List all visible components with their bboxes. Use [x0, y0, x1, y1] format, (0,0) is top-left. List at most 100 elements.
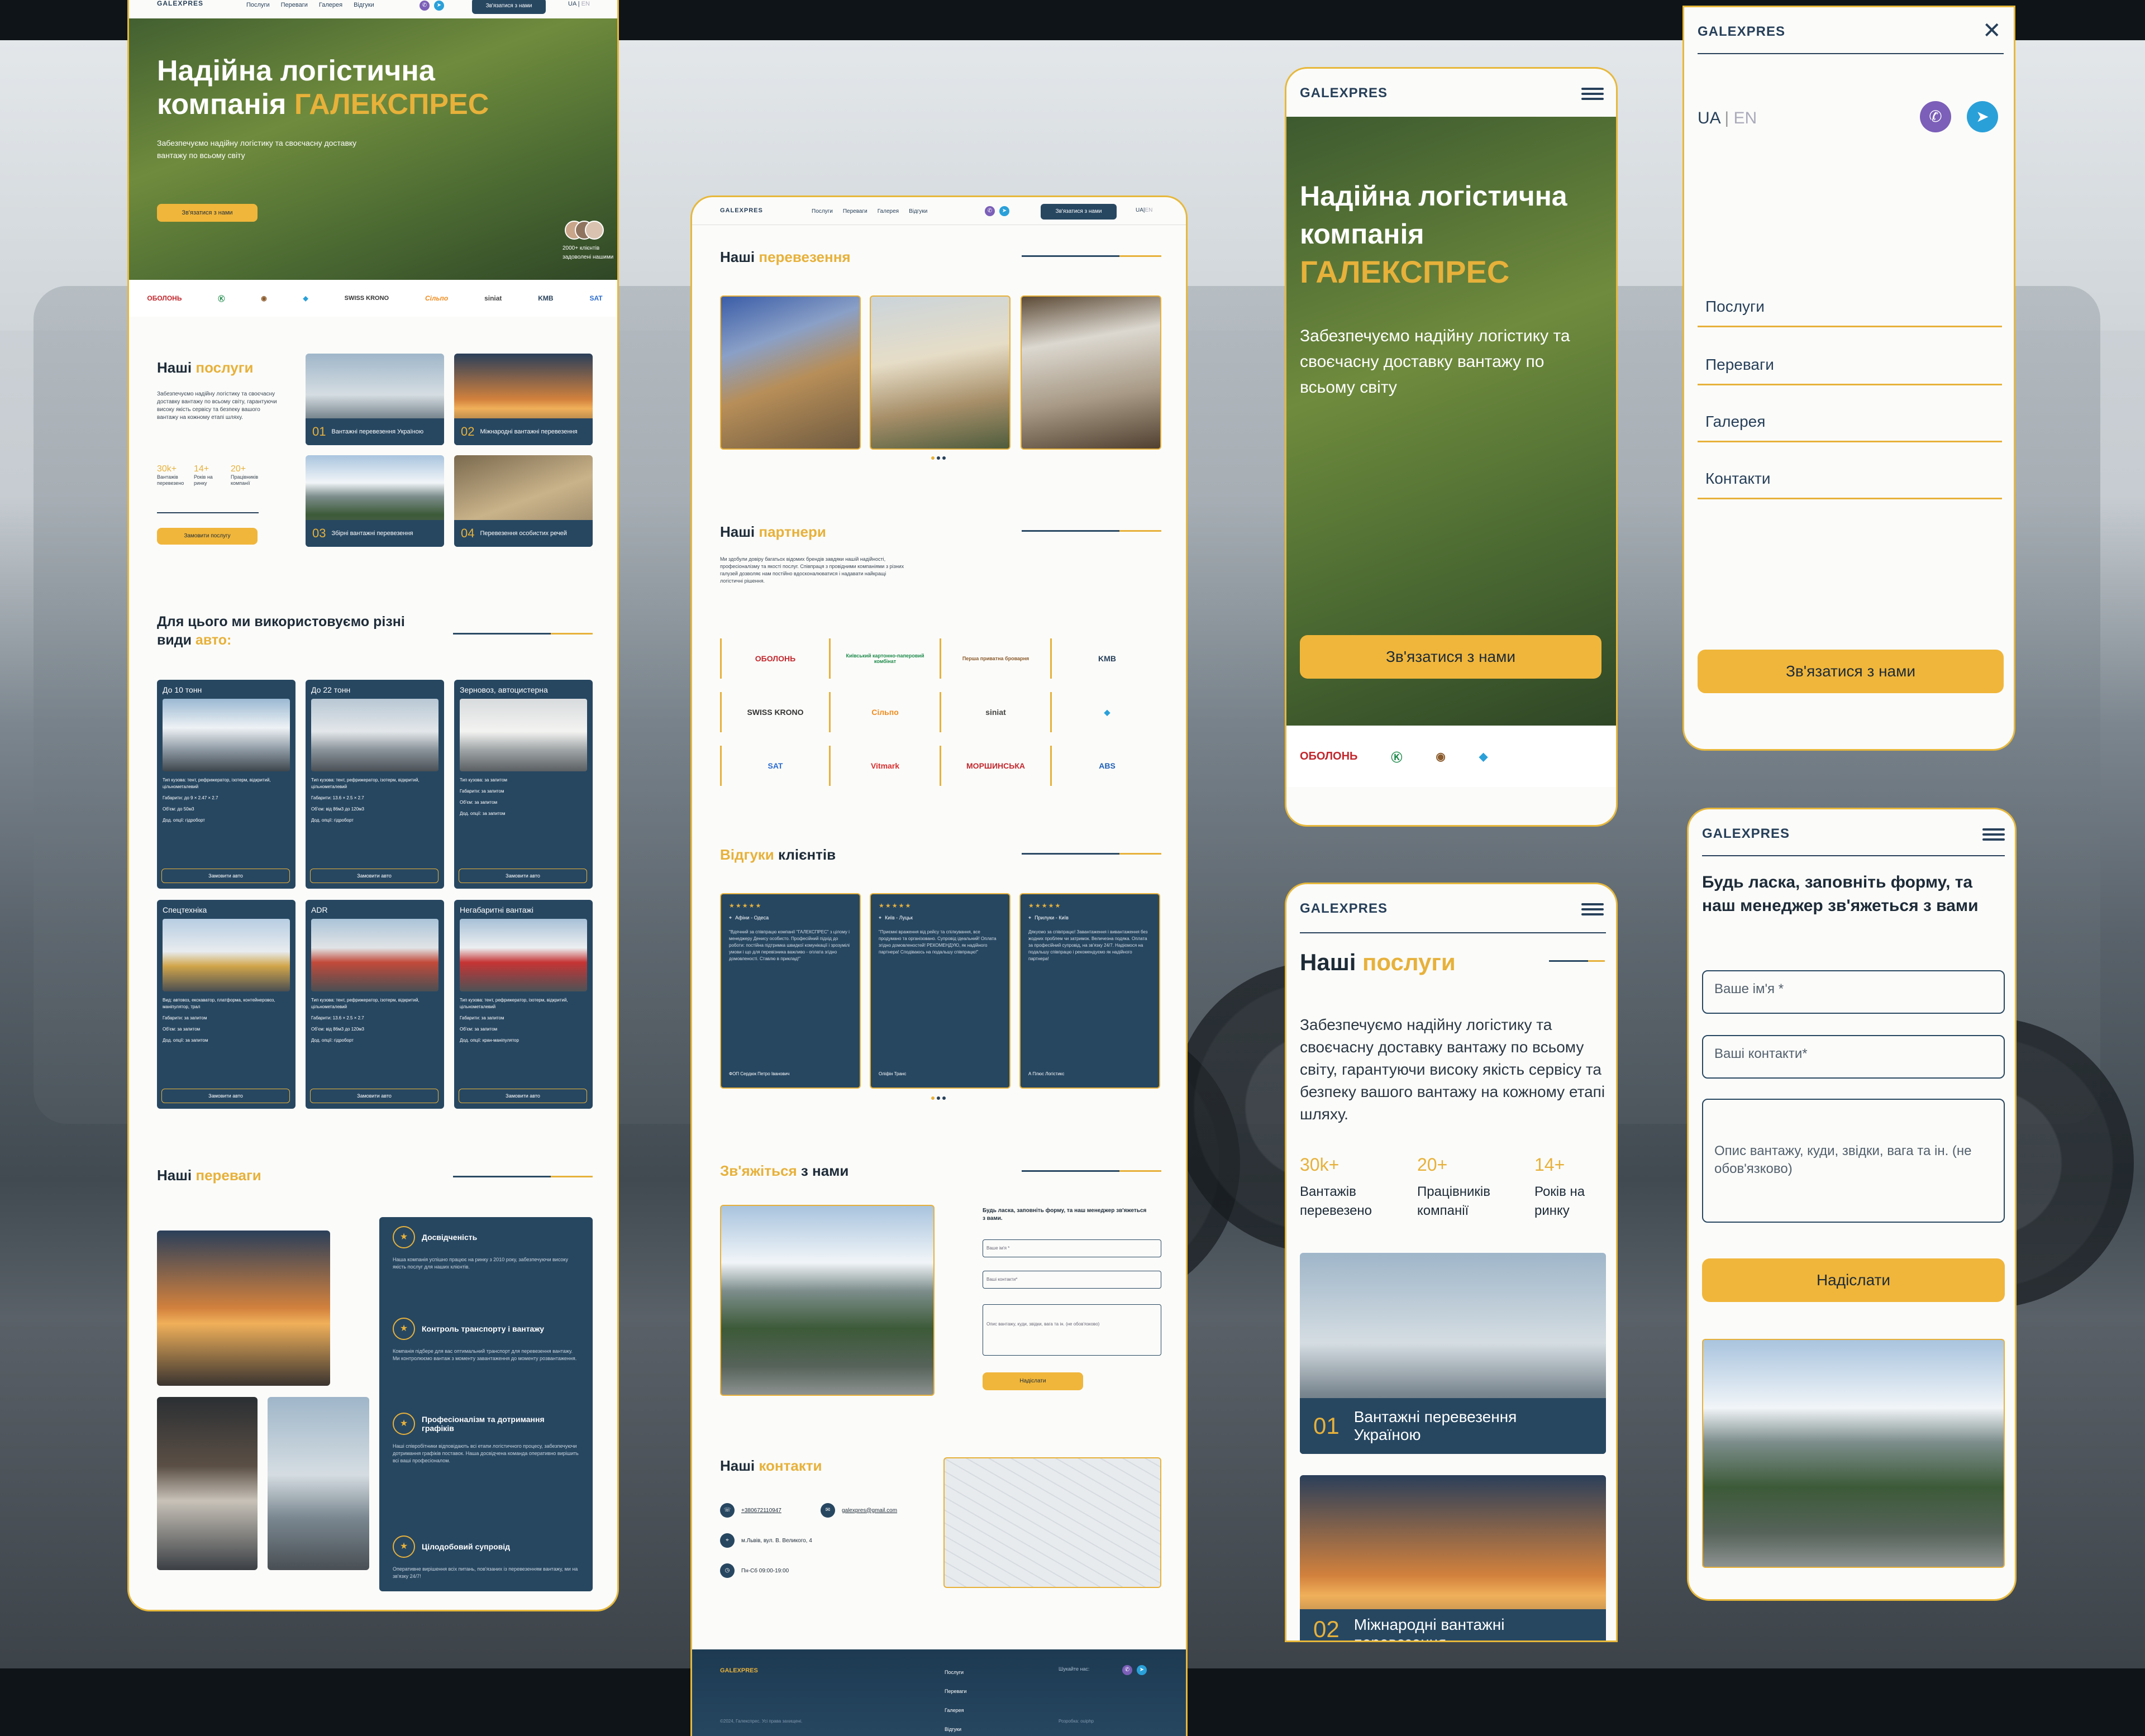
- fleet-spec: Габарити: до 9 × 2.47 × 2.7: [163, 795, 218, 800]
- mobile-service-card-1[interactable]: 01 Вантажні перевезення Україною: [1300, 1253, 1606, 1454]
- service-number: 04: [461, 526, 475, 540]
- menu-contact-button[interactable]: Зв'язатися з нами: [1698, 650, 2004, 693]
- footer-brand[interactable]: GALEXPRES: [720, 1667, 758, 1674]
- nav-gallery[interactable]: Галерея: [878, 208, 899, 214]
- brand-logo[interactable]: GALEXPRES: [1702, 826, 1790, 842]
- hero-contact-button[interactable]: Зв'язатися з нами: [157, 204, 258, 222]
- brand-logo[interactable]: GALEXPRES: [1698, 24, 1785, 40]
- stat-label: Років на ринку: [194, 474, 213, 486]
- clients-count: 2000+ клієнтів: [563, 245, 600, 251]
- partner-logo: ABS: [1099, 761, 1116, 770]
- footer-link[interactable]: Відгуки: [945, 1720, 966, 1736]
- fleet-card: Спецтехніка Вид: автовоз, екскаватор, пл…: [157, 900, 295, 1109]
- footer-link[interactable]: Переваги: [945, 1682, 966, 1701]
- nav-reviews[interactable]: Відгуки: [909, 208, 927, 214]
- hamburger-icon[interactable]: [1581, 88, 1604, 102]
- map[interactable]: [943, 1457, 1161, 1588]
- fleet-card: До 22 тонн Тип кузова: тент, рефрижерато…: [306, 680, 444, 889]
- message-field[interactable]: Опис вантажу, куди, звідки, вага та ін. …: [983, 1304, 1161, 1356]
- contacts-field[interactable]: Ваші контакти*: [1702, 1035, 2005, 1079]
- gallery-photo-1[interactable]: [720, 295, 861, 450]
- contact-phone[interactable]: ☏ +380672110947: [720, 1503, 781, 1518]
- order-car-button[interactable]: Замовити авто: [161, 1089, 290, 1103]
- service-card-2[interactable]: 02 Міжнародні вантажні перевезення: [454, 354, 593, 445]
- menu-item-contacts[interactable]: Контакти: [1698, 470, 2002, 499]
- order-car-button[interactable]: Замовити авто: [161, 869, 290, 883]
- medal-icon: ★: [393, 1226, 415, 1248]
- header-contact-button[interactable]: Зв'язатися з нами: [472, 0, 546, 14]
- divider: [453, 633, 593, 635]
- order-car-button[interactable]: Замовити авто: [310, 869, 438, 883]
- advantage-title: Досвідченість: [422, 1233, 478, 1242]
- order-car-button[interactable]: Замовити авто: [459, 869, 587, 883]
- service-title: Перевезення особистих речей: [480, 530, 567, 537]
- telegram-icon[interactable]: ➤: [999, 206, 1009, 216]
- advantage-title: Професіоналізм та дотримання графіків: [422, 1415, 545, 1433]
- contact-email[interactable]: ✉ galexpres@gmail.com: [821, 1503, 897, 1518]
- service-card-1[interactable]: 01 Вантажні перевезення Україною: [306, 354, 444, 445]
- hamburger-icon[interactable]: [1982, 828, 2005, 843]
- hamburger-icon[interactable]: [1581, 903, 1604, 918]
- fleet-spec: Габарити: за запитом: [163, 1015, 207, 1020]
- order-service-button[interactable]: Замовити послугу: [157, 528, 258, 545]
- telegram-icon[interactable]: ➤: [1137, 1665, 1147, 1675]
- order-car-button[interactable]: Замовити авто: [310, 1089, 438, 1103]
- fleet-card-photo: [311, 919, 438, 991]
- header-contact-button[interactable]: Зв'язатися з нами: [1041, 204, 1117, 220]
- rating-stars: ★★★★★: [1028, 903, 1062, 909]
- nav-advantages[interactable]: Переваги: [281, 2, 308, 8]
- brand-logo[interactable]: GALEXPRES: [1300, 85, 1388, 101]
- viber-icon[interactable]: ✆: [1122, 1665, 1132, 1675]
- submit-button[interactable]: Надіслати: [983, 1372, 1083, 1390]
- nav-services[interactable]: Послуги: [246, 2, 270, 8]
- gallery-photo-2[interactable]: [870, 295, 1010, 450]
- menu-item-gallery[interactable]: Галерея: [1698, 413, 2002, 442]
- partner-brewery-logo: ◉: [1436, 750, 1446, 763]
- order-car-button[interactable]: Замовити авто: [459, 1089, 587, 1103]
- partner-logo: ◆: [1052, 692, 1162, 732]
- close-icon[interactable]: ✕: [1982, 20, 2001, 42]
- gallery-pagination[interactable]: [931, 456, 946, 460]
- lang-en[interactable]: EN: [581, 1, 590, 7]
- fleet-heading: Для цього ми використовуємо різні види а…: [157, 614, 405, 648]
- submit-button[interactable]: Надіслати: [1702, 1258, 2005, 1302]
- telegram-icon[interactable]: ➤: [434, 1, 444, 11]
- menu-item-services[interactable]: Послуги: [1698, 298, 2002, 327]
- nav-services[interactable]: Послуги: [812, 208, 833, 214]
- service-card-4[interactable]: 04 Перевезення особистих речей: [454, 455, 593, 547]
- fleet-card-title: До 22 тонн: [311, 685, 351, 694]
- lang-ua[interactable]: UA: [568, 1, 576, 7]
- footer-link[interactable]: Послуги: [945, 1663, 966, 1682]
- gallery-photo-3[interactable]: [1021, 295, 1161, 450]
- name-field[interactable]: Ваше ім'я *: [983, 1239, 1161, 1257]
- lang-en[interactable]: EN: [1145, 207, 1153, 213]
- footer-copyright: ©2024, Галекспрес. Усі права захищені.: [720, 1719, 803, 1724]
- fleet-card-photo: [460, 699, 587, 771]
- mobile-services-description: Забезпечуємо надійну логістику та своєча…: [1300, 1016, 1605, 1123]
- telegram-icon[interactable]: ➤: [1967, 101, 1998, 132]
- reviews-pagination[interactable]: [931, 1096, 946, 1100]
- lang-en[interactable]: EN: [1734, 109, 1757, 127]
- hero-section: GALEXPRES Послуги Переваги Галерея Відгу…: [129, 0, 617, 280]
- footer-link[interactable]: Галерея: [945, 1701, 966, 1720]
- mobile-contact-button[interactable]: Зв'язатися з нами: [1300, 635, 1601, 679]
- nav-reviews[interactable]: Відгуки: [354, 2, 374, 8]
- lang-ua[interactable]: UA: [1136, 207, 1143, 213]
- advantage-desc: Оперативне вирішення всіх питань, пов'яз…: [393, 1566, 578, 1579]
- contacts-heading: Наші контакти: [720, 1457, 822, 1474]
- brand-logo[interactable]: GALEXPRES: [720, 207, 763, 214]
- viber-icon[interactable]: ✆: [420, 1, 430, 11]
- lang-ua[interactable]: UA: [1698, 109, 1720, 127]
- contacts-field[interactable]: Ваші контакти*: [983, 1271, 1161, 1289]
- brand-logo[interactable]: GALEXPRES: [157, 0, 203, 7]
- mobile-service-card-2[interactable]: 02 Міжнародні вантажні перевезення: [1300, 1475, 1606, 1640]
- brand-logo[interactable]: GALEXPRES: [1300, 901, 1388, 917]
- nav-advantages[interactable]: Переваги: [843, 208, 867, 214]
- message-field[interactable]: Опис вантажу, куди, звідки, вага та ін. …: [1702, 1099, 2005, 1223]
- viber-icon[interactable]: ✆: [985, 206, 995, 216]
- service-card-3[interactable]: 03 Збірні вантажні перевезення: [306, 455, 444, 547]
- viber-icon[interactable]: ✆: [1920, 101, 1951, 132]
- name-field[interactable]: Ваше ім'я *: [1702, 970, 2005, 1014]
- nav-gallery[interactable]: Галерея: [319, 2, 342, 8]
- menu-item-advantages[interactable]: Переваги: [1698, 356, 2002, 385]
